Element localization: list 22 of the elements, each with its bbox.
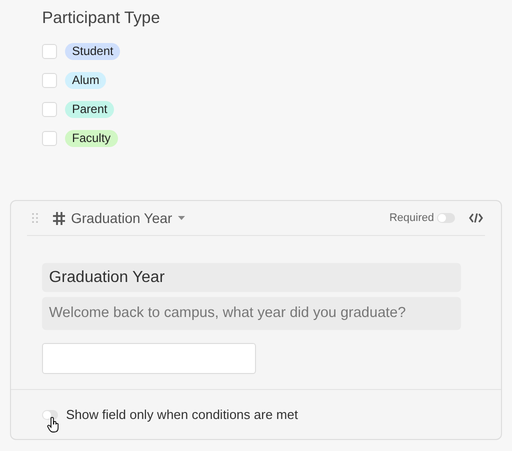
- option-tag: Faculty: [65, 130, 118, 146]
- input-field[interactable]: [42, 343, 256, 374]
- description-field[interactable]: Welcome back to campus, what year did you graduate?: [42, 297, 461, 330]
- checkbox[interactable]: [42, 72, 57, 88]
- drag-handle-icon[interactable]: [32, 213, 38, 223]
- caret-icon: [178, 216, 186, 220]
- required-label: Required: [389, 212, 434, 224]
- option-tag: Alum: [65, 72, 106, 88]
- option-tag: Parent: [65, 100, 114, 118]
- field-type-dropdown[interactable]: Graduation Year: [71, 210, 186, 226]
- checkbox[interactable]: [42, 130, 57, 146]
- title-field[interactable]: Graduation Year: [42, 263, 461, 292]
- pointer-cursor-icon: [47, 417, 60, 433]
- option-tag: Student: [65, 42, 120, 60]
- checkbox[interactable]: [42, 44, 57, 58]
- checkbox[interactable]: [42, 102, 57, 116]
- required-toggle[interactable]: [437, 213, 455, 223]
- conditions-toggle[interactable]: [42, 410, 58, 420]
- code-icon[interactable]: [469, 213, 483, 223]
- hash-icon: [53, 212, 65, 224]
- conditions-label: Show field only when conditions are met: [66, 407, 298, 422]
- section-title: Participant Type: [42, 8, 162, 28]
